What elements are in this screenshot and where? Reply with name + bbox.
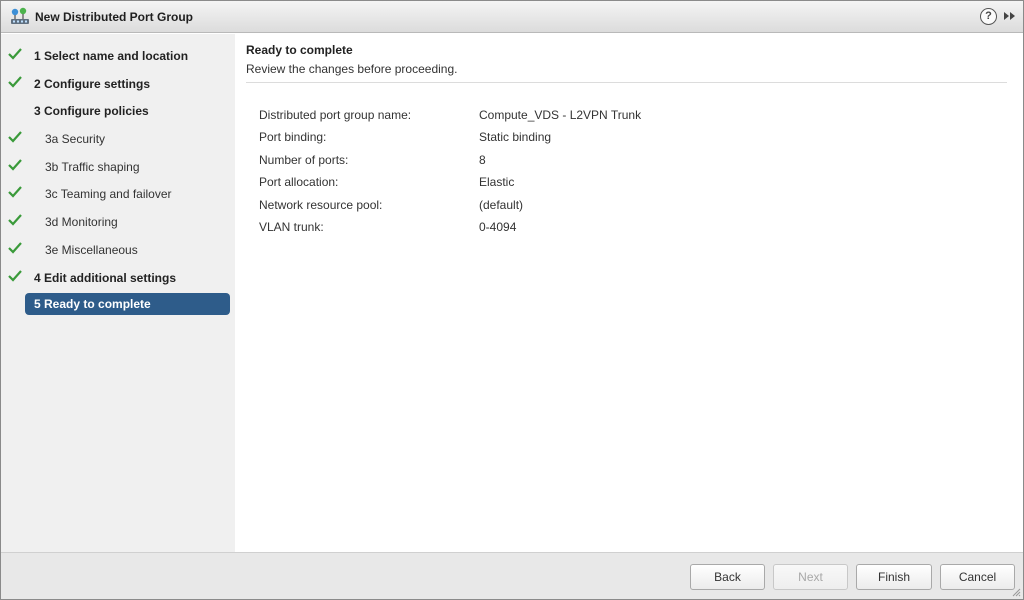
wizard-steps-sidebar: 1 Select name and location 2 Configure s… — [1, 34, 235, 552]
resize-grip-icon[interactable] — [1011, 587, 1021, 597]
step-label: 3e Miscellaneous — [45, 243, 138, 257]
dialog-title: New Distributed Port Group — [35, 10, 194, 24]
summary-value: Compute_VDS - L2VPN Trunk — [479, 108, 642, 122]
step-edit-additional-settings[interactable]: 4 Edit additional settings — [1, 265, 235, 289]
step-label: 3b Traffic shaping — [45, 160, 140, 174]
summary-key: Number of ports: — [259, 152, 349, 167]
main-content: Ready to complete Review the changes bef… — [235, 34, 1023, 552]
checkmark-icon — [8, 131, 22, 143]
step-label: 3 Configure policies — [34, 104, 149, 118]
summary-value: Static binding — [479, 130, 552, 145]
checkmark-icon — [8, 186, 22, 198]
step-ready-to-complete[interactable]: 5 Ready to complete — [25, 293, 230, 315]
summary-value: 8 — [479, 152, 486, 167]
next-button[interactable]: Next — [773, 564, 848, 590]
summary-value: 0-4094 — [479, 219, 517, 234]
checkmark-icon — [8, 76, 22, 88]
summary-value: (default) — [479, 197, 524, 212]
summary-key: Distributed port group name: — [259, 108, 412, 122]
step-miscellaneous[interactable]: 3e Miscellaneous — [1, 237, 235, 261]
finish-button[interactable]: Finish — [856, 564, 932, 590]
step-label: 4 Edit additional settings — [34, 271, 177, 285]
summary-key: Port allocation: — [259, 175, 339, 190]
cancel-button[interactable]: Cancel — [940, 564, 1015, 590]
summary-value: Elastic — [479, 175, 515, 190]
step-monitoring[interactable]: 3d Monitoring — [1, 209, 235, 233]
step-label: 3a Security — [45, 132, 106, 146]
checkmark-icon — [8, 48, 22, 60]
step-label: 3c Teaming and failover — [45, 187, 172, 201]
step-security[interactable]: 3a Security — [1, 126, 235, 150]
step-select-name-location[interactable]: 1 Select name and location — [1, 43, 235, 67]
step-traffic-shaping[interactable]: 3b Traffic shaping — [1, 154, 235, 178]
step-configure-settings[interactable]: 2 Configure settings — [1, 71, 235, 95]
page-subtitle: Review the changes before proceeding. — [246, 62, 458, 76]
step-label: 3d Monitoring — [45, 215, 118, 229]
step-label: 1 Select name and location — [34, 49, 189, 63]
distributed-port-group-icon — [11, 7, 29, 24]
step-configure-policies[interactable]: 3 Configure policies — [1, 98, 235, 122]
summary-key: VLAN trunk: — [259, 219, 324, 234]
checkmark-icon — [8, 270, 22, 282]
step-teaming-failover[interactable]: 3c Teaming and failover — [1, 181, 235, 205]
summary-key: Port binding: — [259, 130, 327, 145]
expand-panel-icon[interactable] — [1003, 9, 1017, 23]
step-label: 5 Ready to complete — [34, 297, 151, 311]
page-title: Ready to complete — [246, 43, 353, 57]
title-bar: New Distributed Port Group ? — [1, 1, 1023, 33]
back-button[interactable]: Back — [690, 564, 765, 590]
help-icon[interactable]: ? — [980, 8, 997, 25]
divider — [246, 82, 1007, 83]
step-label: 2 Configure settings — [34, 77, 151, 91]
checkmark-icon — [8, 159, 22, 171]
checkmark-icon — [8, 214, 22, 226]
wizard-dialog: New Distributed Port Group ? 1 Select na… — [0, 0, 1024, 600]
summary-key: Network resource pool: — [259, 197, 383, 212]
dialog-footer: Back Next Finish Cancel — [1, 552, 1023, 599]
checkmark-icon — [8, 242, 22, 254]
